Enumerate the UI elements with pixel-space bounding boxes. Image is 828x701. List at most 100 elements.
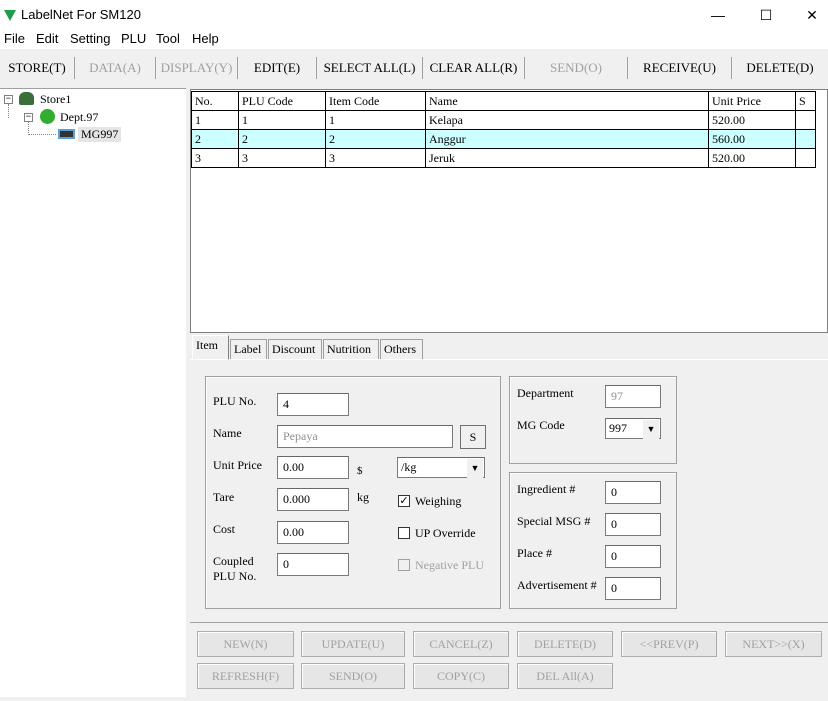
dropdown-arrow-icon[interactable]: ▼	[467, 459, 483, 478]
store-button[interactable]: STORE(T)	[0, 57, 75, 79]
cell-s[interactable]	[795, 110, 816, 130]
send-button[interactable]: SEND(O)	[525, 57, 628, 79]
tab-nutrition[interactable]: Nutrition	[323, 339, 379, 359]
receive-button[interactable]: RECEIVE(U)	[628, 57, 732, 79]
delete-button[interactable]: DELETE(D)	[732, 57, 828, 79]
up-override-checkbox[interactable]	[398, 527, 410, 539]
cell-name[interactable]: Jeruk	[425, 148, 709, 168]
cell-name[interactable]: Anggur	[425, 129, 709, 149]
cell-no[interactable]: 1	[191, 110, 239, 130]
cell-unit-price[interactable]: 560.00	[708, 129, 796, 149]
table-row[interactable]: 3 3 3 Jeruk 520.00	[191, 148, 816, 168]
cell-plu-code[interactable]: 3	[238, 148, 326, 168]
menu-bar: File Edit Setting PLU Tool Help	[0, 30, 828, 49]
place-input[interactable]: 0	[605, 545, 661, 568]
cell-no[interactable]: 2	[191, 129, 239, 149]
special-msg-input[interactable]: 0	[605, 513, 661, 536]
window-title: LabelNet For SM120	[21, 7, 141, 22]
unit-price-input[interactable]: 0.00	[277, 456, 349, 479]
cell-item-code[interactable]: 2	[325, 129, 426, 149]
table-header-row: No. PLU Code Item Code Name Unit Price S	[191, 91, 816, 111]
table-row-selected[interactable]: 2 2 2 Anggur 560.00	[191, 129, 816, 149]
tare-unit-label: kg	[357, 490, 369, 504]
unit-select[interactable]: /kg ▼	[397, 457, 485, 478]
next-button[interactable]: NEXT>>(X)	[725, 631, 822, 657]
place-label: Place #	[517, 546, 552, 560]
menu-file[interactable]: File	[4, 31, 25, 46]
tree-item-store[interactable]: Store1	[40, 92, 71, 107]
menu-help[interactable]: Help	[192, 31, 219, 46]
negative-plu-checkbox[interactable]	[398, 559, 410, 571]
ingredient-input[interactable]: 0	[605, 481, 661, 504]
menu-setting[interactable]: Setting	[70, 31, 110, 46]
name-input[interactable]: Pepaya	[277, 425, 453, 448]
advertisement-input[interactable]: 0	[605, 577, 661, 600]
app-logo-icon	[4, 10, 16, 21]
tab-discount[interactable]: Discount	[268, 339, 322, 359]
cell-name[interactable]: Kelapa	[425, 110, 709, 130]
update-button[interactable]: UPDATE(U)	[301, 631, 405, 657]
edit-button[interactable]: EDIT(E)	[238, 57, 317, 79]
cell-s[interactable]	[795, 129, 816, 149]
collapse-dept-toggle[interactable]: −	[24, 113, 33, 122]
select-all-button[interactable]: SELECT ALL(L)	[317, 57, 423, 79]
name-s-button[interactable]: S	[460, 425, 486, 449]
plu-no-input[interactable]: 4	[277, 393, 349, 416]
name-label: Name	[213, 426, 242, 440]
column-header-item-code[interactable]: Item Code	[325, 91, 426, 111]
cell-plu-code[interactable]: 2	[238, 129, 326, 149]
new-button[interactable]: NEW(N)	[197, 631, 294, 657]
prev-button[interactable]: <<PREV(P)	[621, 631, 717, 657]
department-label: Department	[517, 386, 574, 400]
close-button[interactable]: ✕	[798, 4, 826, 26]
table-row[interactable]: 1 1 1 Kelapa 520.00	[191, 110, 816, 130]
tab-label[interactable]: Label	[230, 339, 267, 359]
store-icon	[19, 92, 34, 105]
coupled-plu-input[interactable]: 0	[277, 553, 349, 576]
send-record-button[interactable]: SEND(O)	[301, 663, 405, 689]
cell-s[interactable]	[795, 148, 816, 168]
dropdown-arrow-icon[interactable]: ▼	[643, 420, 659, 439]
collapse-store-toggle[interactable]: −	[4, 95, 13, 104]
cell-unit-price[interactable]: 520.00	[708, 110, 796, 130]
cost-input[interactable]: 0.00	[277, 521, 349, 544]
column-header-name[interactable]: Name	[425, 91, 709, 111]
tare-input[interactable]: 0.000	[277, 488, 349, 511]
menu-tool[interactable]: Tool	[156, 31, 180, 46]
delete-record-button[interactable]: DELETE(D)	[517, 631, 613, 657]
copy-button[interactable]: COPY(C)	[413, 663, 509, 689]
display-button[interactable]: DISPLAY(Y)	[156, 57, 238, 79]
currency-label: $	[357, 465, 363, 477]
cell-item-code[interactable]: 3	[325, 148, 426, 168]
cell-plu-code[interactable]: 1	[238, 110, 326, 130]
tab-others[interactable]: Others	[380, 339, 423, 359]
negative-plu-label: Negative PLU	[415, 558, 484, 572]
cell-unit-price[interactable]: 520.00	[708, 148, 796, 168]
column-header-no[interactable]: No.	[191, 91, 239, 111]
ingredient-label: Ingredient #	[517, 482, 576, 496]
cell-no[interactable]: 3	[191, 148, 239, 168]
weighing-checkbox[interactable]: ✓	[398, 495, 410, 507]
refresh-button[interactable]: REFRESH(F)	[197, 663, 294, 689]
column-header-s[interactable]: S	[795, 91, 816, 111]
column-header-plu-code[interactable]: PLU Code	[238, 91, 326, 111]
special-msg-label: Special MSG #	[517, 514, 591, 528]
column-header-unit-price[interactable]: Unit Price	[708, 91, 796, 111]
cancel-button[interactable]: CANCEL(Z)	[413, 631, 509, 657]
data-button[interactable]: DATA(A)	[75, 57, 156, 79]
mg-code-label: MG Code	[517, 418, 565, 432]
minimize-button[interactable]: —	[704, 4, 732, 26]
maximize-button[interactable]: ☐	[752, 4, 780, 26]
delete-all-button[interactable]: DEL All(A)	[517, 663, 613, 689]
menu-plu[interactable]: PLU	[121, 31, 146, 46]
department-input[interactable]: 97	[605, 385, 661, 408]
clear-all-button[interactable]: CLEAR ALL(R)	[423, 57, 525, 79]
cell-item-code[interactable]: 1	[325, 110, 426, 130]
menu-edit[interactable]: Edit	[36, 31, 58, 46]
tare-label: Tare	[213, 490, 235, 504]
tab-item[interactable]: Item	[192, 335, 229, 360]
tree-item-mg[interactable]: MG997	[78, 127, 122, 142]
mg-code-select[interactable]: 997 ▼	[605, 418, 661, 439]
tree-item-dept[interactable]: Dept.97	[60, 110, 98, 125]
department-icon	[40, 109, 55, 124]
